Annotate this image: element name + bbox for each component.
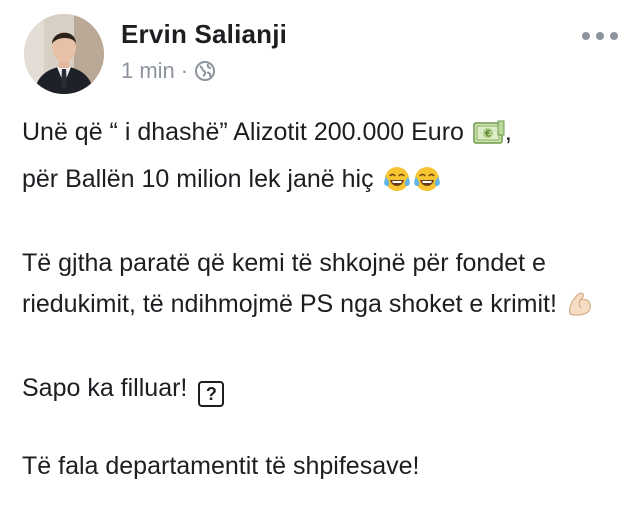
post-text-para4: Të fala departamentit të shpifesave! xyxy=(22,452,420,480)
meta-separator: · xyxy=(180,58,189,83)
post-text-1b: , xyxy=(504,118,512,146)
post-text-para2: Të gjtha paratë që kemi të shkojnë për f… xyxy=(22,249,557,318)
flexed-biceps-icon xyxy=(566,290,596,331)
post-paragraph-4: Të fala departamentit të shpifesave! xyxy=(22,446,622,487)
post-line-1: Unë që “ i dhashë” Alizotit 200.000 Euro… xyxy=(22,112,622,159)
more-options-icon[interactable] xyxy=(582,28,618,44)
post-text-2: për Ballën 10 milion lek janë hiç xyxy=(22,165,374,193)
unknown-glyph-box-icon: ? xyxy=(198,381,225,407)
post-text-1a: Unë që “ i dhashë” Alizotit 200.000 Euro xyxy=(22,118,464,146)
author-avatar[interactable] xyxy=(24,14,104,94)
post-meta: 1 min · xyxy=(121,58,216,84)
post-body: Unë që “ i dhashë” Alizotit 200.000 Euro… xyxy=(22,112,622,487)
face-with-tears-of-joy-icon xyxy=(413,165,441,206)
banknote-euro-icon: € xyxy=(473,118,505,159)
svg-text:€: € xyxy=(485,130,491,140)
more-dot xyxy=(610,32,618,40)
author-name[interactable]: Ervin Salianji xyxy=(121,19,287,49)
post-paragraph-2: Të gjtha paratë që kemi të shkojnë për f… xyxy=(22,243,622,331)
post-text-para3: Sapo ka filluar! xyxy=(22,374,188,402)
face-with-tears-of-joy-icon xyxy=(383,165,411,206)
post-paragraph-3: Sapo ka filluar! ? xyxy=(22,368,622,409)
post-line-2: për Ballën 10 milion lek janë hiç xyxy=(22,159,622,206)
facebook-post: Ervin Salianji 1 min · Unë që “ i dhashë… xyxy=(0,0,640,518)
post-timestamp[interactable]: 1 min xyxy=(121,58,175,84)
profile-photo xyxy=(24,14,104,94)
globe-icon[interactable] xyxy=(194,60,216,82)
more-dot xyxy=(596,32,604,40)
more-dot xyxy=(582,32,590,40)
